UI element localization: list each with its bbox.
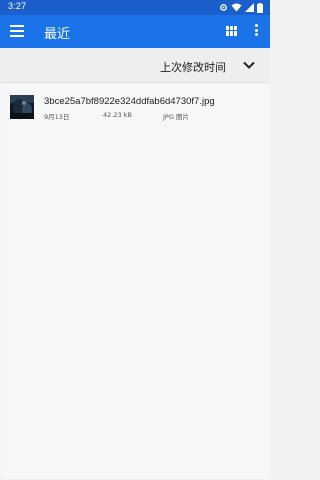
file-date: 9月13日 xyxy=(44,113,70,121)
sort-label[interactable]: 上次修改时间 xyxy=(160,59,226,75)
more-vert-icon[interactable] xyxy=(254,24,259,38)
settings-icon xyxy=(220,4,227,11)
file-name: 3bce25a7bf8922e324ddfab6d4730f7.jpg xyxy=(44,96,215,107)
wifi-icon xyxy=(231,3,242,12)
status-time: 3:27 xyxy=(8,1,27,11)
chevron-down-icon[interactable] xyxy=(242,58,256,72)
status-icons xyxy=(219,2,263,13)
app-title: 最近 xyxy=(44,27,71,42)
battery-icon xyxy=(257,2,263,13)
image-thumbnail xyxy=(10,95,34,119)
app-bar: 最近 xyxy=(0,15,270,48)
signal-icon xyxy=(245,3,254,12)
file-list: 3bce25a7bf8922e324ddfab6d4730f7.jpg 9月13… xyxy=(1,84,269,479)
file-type: JPG 图片 xyxy=(163,113,189,121)
status-bar: 3:27 xyxy=(0,0,270,15)
list-item[interactable]: 3bce25a7bf8922e324ddfab6d4730f7.jpg 9月13… xyxy=(1,86,269,124)
menu-icon[interactable] xyxy=(10,25,24,37)
grid-view-icon[interactable] xyxy=(226,26,237,36)
sort-bar[interactable]: 上次修改时间 xyxy=(0,48,270,83)
file-size: 42.23 kB xyxy=(103,111,132,119)
